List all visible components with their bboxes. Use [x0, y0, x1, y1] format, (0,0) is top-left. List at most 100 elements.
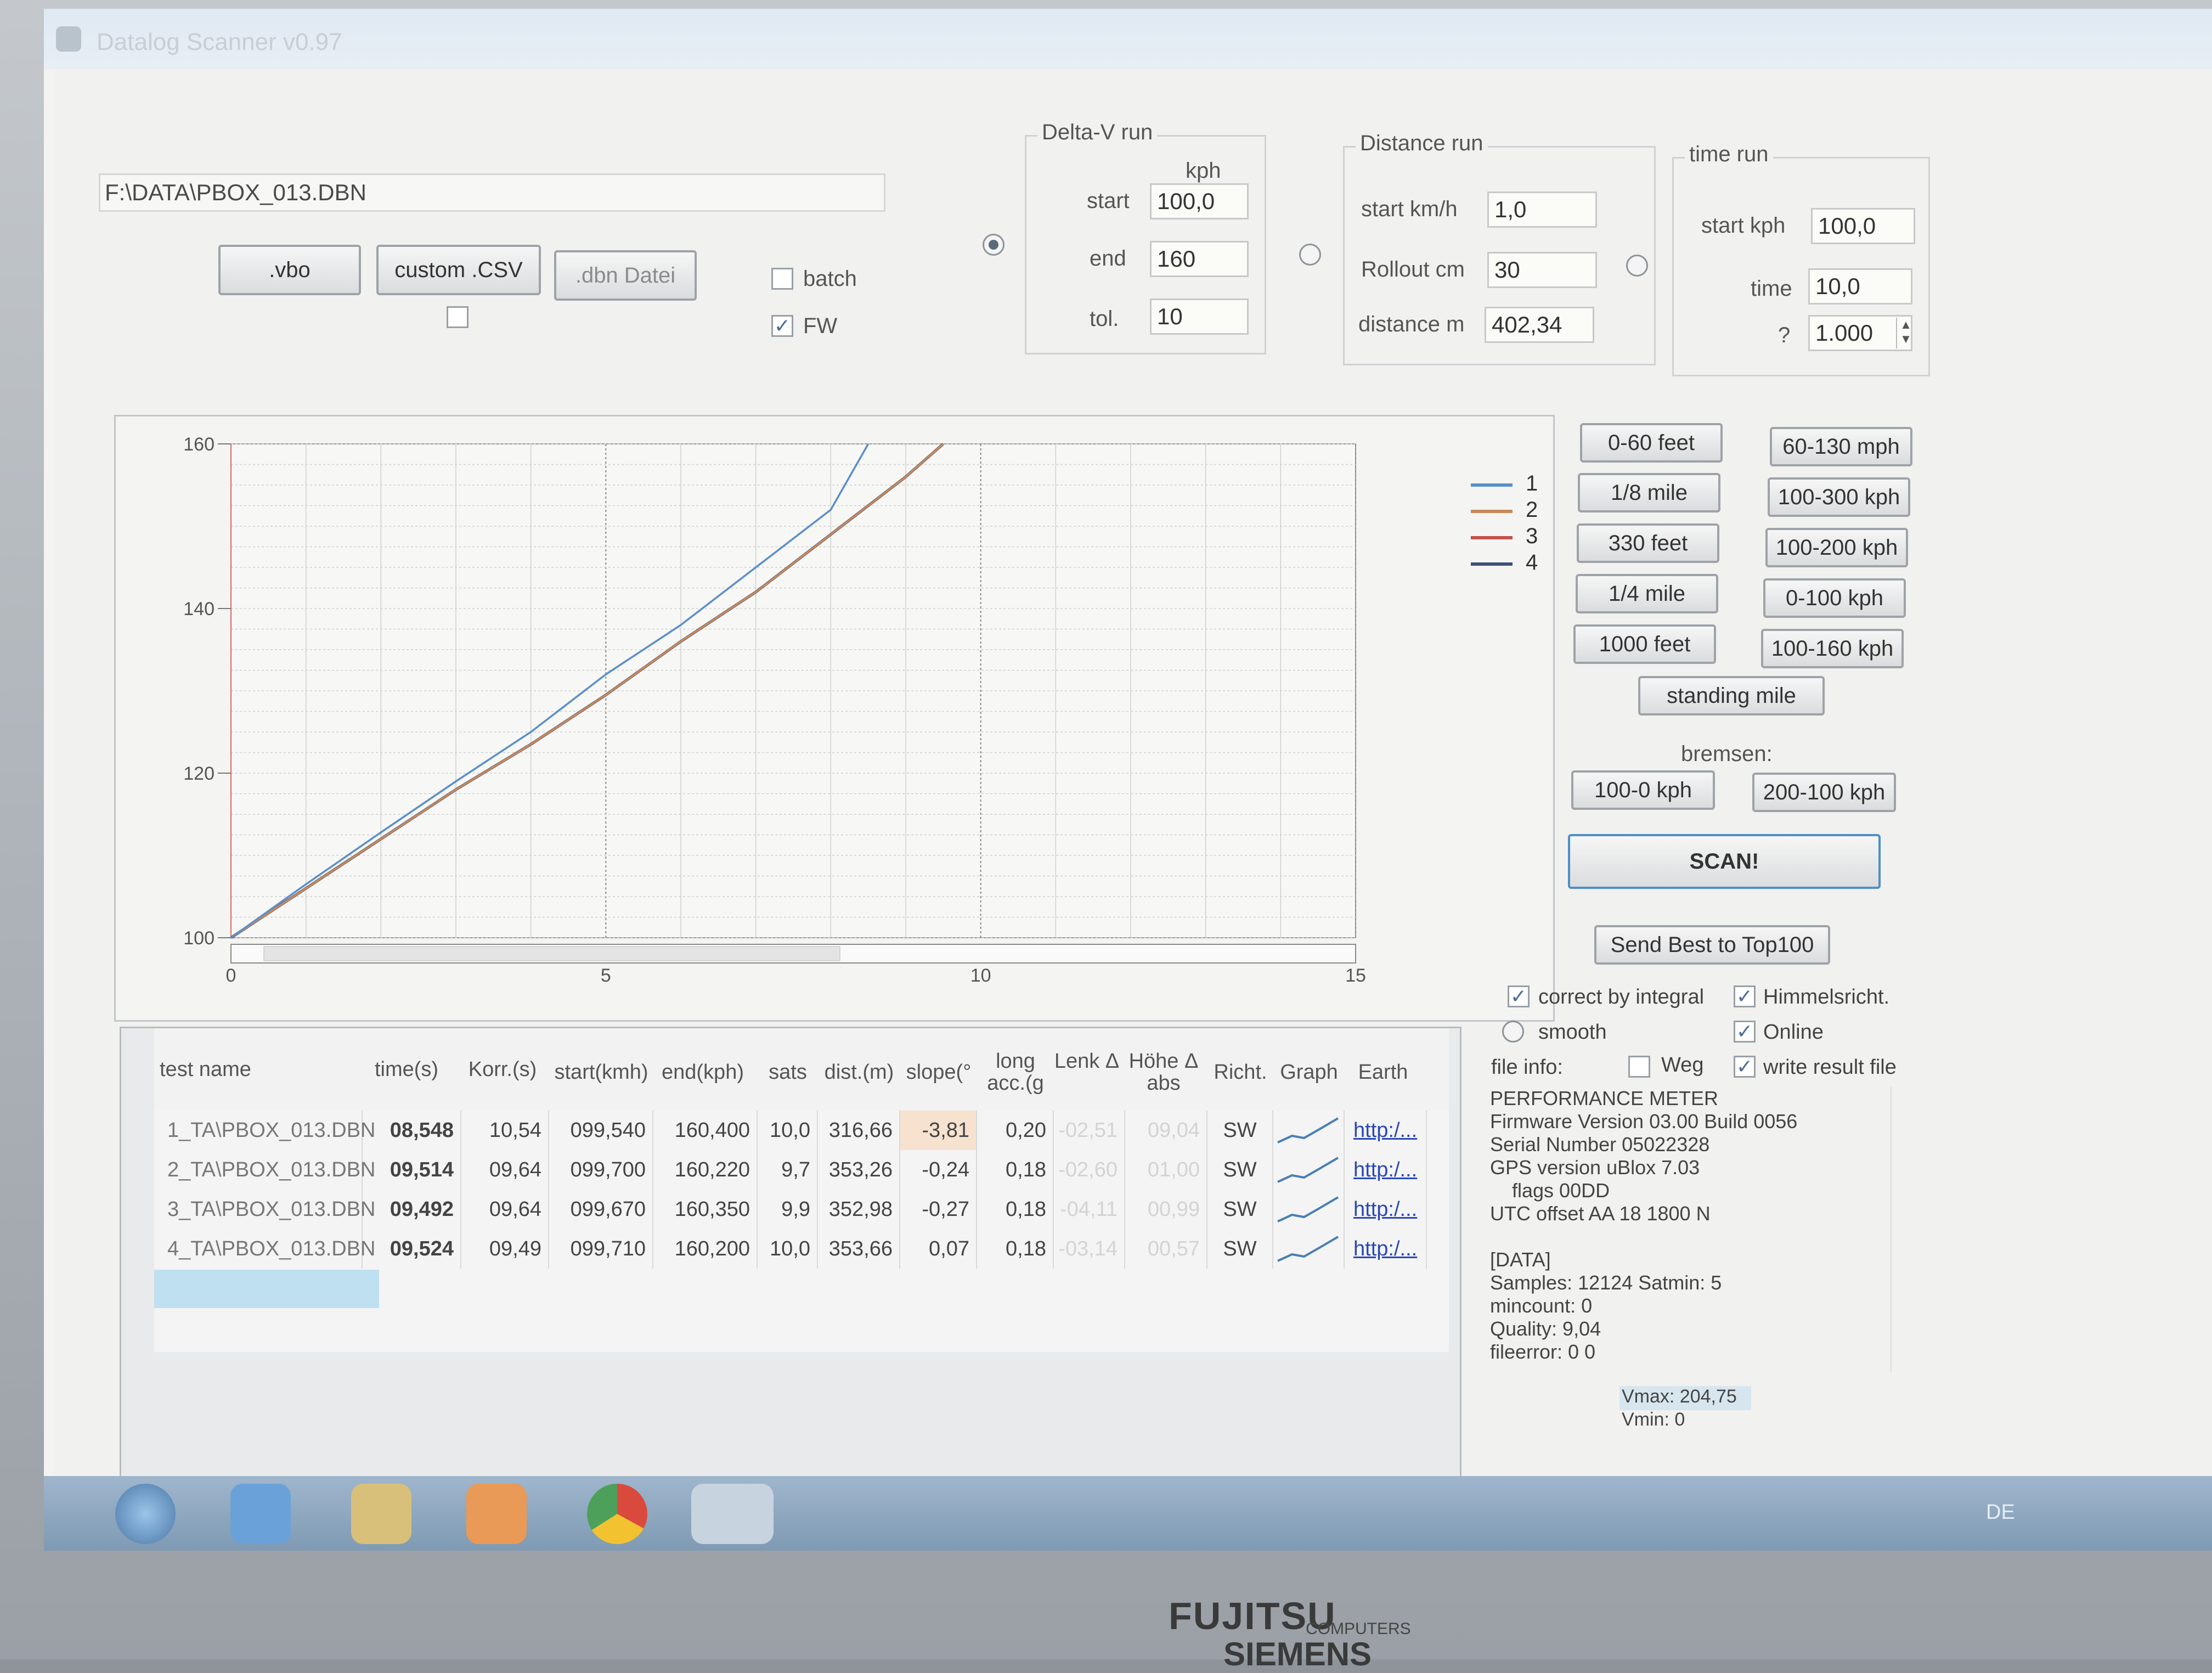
earth-link[interactable]: http:/...: [1345, 1111, 1427, 1150]
table-cell: 10,0: [758, 1229, 818, 1269]
table-row[interactable]: 1_TA\PBOX_013.DBN 08,548 10,54 099,540 160,4…: [154, 1111, 1493, 1150]
smooth-radio[interactable]: [1502, 1021, 1524, 1043]
table-row[interactable]: 2_TA\PBOX_013.DBN 09,514 09,64 099,700 160,2…: [154, 1150, 1493, 1190]
brake-100-0-kph-button[interactable]: 100-0 kph: [1571, 770, 1715, 810]
row-graph-thumbnail[interactable]: [1273, 1190, 1345, 1229]
internet-explorer-icon[interactable]: [230, 1484, 291, 1544]
window-titlebar[interactable]: Datalog Scanner v0.97: [44, 9, 2212, 69]
delta-v-start-input[interactable]: 100,0: [1150, 183, 1249, 219]
delta-v-group: Delta-V run kph start 100,0 end 160 tol.…: [1025, 120, 1266, 354]
spinner-arrows-icon[interactable]: ▲ ▼: [1896, 318, 1915, 348]
header-richt: Richt.: [1214, 1061, 1267, 1084]
table-cell: 0,07: [900, 1229, 977, 1269]
scan-button[interactable]: SCAN!: [1568, 834, 1881, 889]
table-cell: 160,350: [653, 1190, 758, 1229]
table-row[interactable]: 3_TA\PBOX_013.DBN 09,492 09,64 099,670 160,3…: [154, 1190, 1493, 1229]
start-button-icon[interactable]: [115, 1484, 176, 1544]
dbn-file-button[interactable]: .dbn Datei: [554, 250, 697, 301]
preset-60-130-mph-button[interactable]: 60-130 mph: [1770, 427, 1912, 466]
send-top100-button[interactable]: Send Best to Top100: [1594, 925, 1830, 965]
datalog-scanner-taskbar-icon[interactable]: [691, 1484, 774, 1544]
file-info-scrollbar[interactable]: [1891, 1087, 1917, 1372]
file-info-line: Quality: 9,04: [1490, 1317, 1601, 1340]
table-row[interactable]: 4_TA\PBOX_013.DBN 09,524 09,49 099,710 160,2…: [154, 1229, 1493, 1269]
delta-v-radio[interactable]: [983, 234, 1005, 256]
file-info-line: flags 00DD: [1512, 1179, 1610, 1202]
x-tick-label: 5: [601, 965, 611, 986]
delta-v-end-label: end: [1090, 246, 1126, 271]
batch-label: batch: [803, 267, 857, 291]
correct-integral-checkbox[interactable]: ✓: [1508, 985, 1530, 1007]
table-cell: -02,60: [1054, 1150, 1125, 1190]
legend-line-2: [1471, 510, 1513, 513]
language-indicator[interactable]: DE: [1986, 1501, 2015, 1524]
table-cell: 353,66: [818, 1229, 900, 1269]
time-start-label: start kph: [1701, 213, 1786, 238]
header-lenk: Lenk Δ: [1054, 1050, 1120, 1073]
batch-checkbox[interactable]: [771, 268, 793, 290]
preset-0-60-feet-button[interactable]: 0-60 feet: [1580, 423, 1723, 463]
rollout-label: Rollout cm: [1361, 257, 1465, 281]
distance-input[interactable]: 402,34: [1485, 307, 1594, 343]
write-result-label: write result file: [1763, 1056, 1897, 1079]
delta-v-start-label: start: [1087, 189, 1130, 213]
file-path-field[interactable]: F:\DATA\PBOX_013.DBN: [99, 173, 885, 212]
row-graph-thumbnail[interactable]: [1273, 1229, 1345, 1269]
himmelsricht-label: Himmelsricht.: [1763, 985, 1890, 1009]
new-row-selection[interactable]: [154, 1270, 379, 1308]
preset-1-8-mile-button[interactable]: 1/8 mile: [1578, 473, 1720, 512]
table-cell: 09,64: [461, 1150, 549, 1190]
table-cell: 09,04: [1125, 1111, 1207, 1150]
time-run-radio[interactable]: [1626, 255, 1648, 277]
preset-100-160-kph-button[interactable]: 100-160 kph: [1761, 629, 1904, 668]
chrome-icon[interactable]: [587, 1484, 647, 1544]
rollout-input[interactable]: 30: [1487, 252, 1597, 288]
distance-run-group: Distance run start km/h 1,0 Rollout cm 3…: [1343, 131, 1656, 365]
preset-1000-feet-button[interactable]: 1000 feet: [1573, 624, 1716, 664]
distance-start-input[interactable]: 1,0: [1487, 191, 1597, 228]
weg-checkbox[interactable]: [1628, 1056, 1650, 1078]
extra-checkbox[interactable]: [447, 306, 469, 328]
header-korr: Korr.(s): [468, 1058, 537, 1081]
file-info-label: file info:: [1491, 1056, 1563, 1079]
row-graph-thumbnail[interactable]: [1273, 1150, 1345, 1190]
header-sats: sats: [769, 1061, 807, 1084]
earth-link[interactable]: http:/...: [1345, 1150, 1427, 1190]
time-input[interactable]: 10,0: [1808, 268, 1912, 305]
file-explorer-icon[interactable]: [351, 1484, 411, 1544]
table-cell: 10,0: [758, 1111, 818, 1150]
write-result-checkbox[interactable]: ✓: [1734, 1056, 1756, 1078]
header-graph: Graph: [1280, 1061, 1338, 1084]
online-checkbox[interactable]: ✓: [1734, 1021, 1756, 1043]
delta-v-tol-input[interactable]: 10: [1150, 298, 1249, 335]
preset-100-300-kph-button[interactable]: 100-300 kph: [1768, 477, 1910, 517]
legend-line-1: [1471, 483, 1513, 487]
time-start-input[interactable]: 100,0: [1811, 208, 1915, 244]
row-graph-thumbnail[interactable]: [1273, 1111, 1345, 1150]
vbo-button[interactable]: .vbo: [218, 245, 361, 295]
table-cell: 0,18: [977, 1229, 1054, 1269]
media-player-icon[interactable]: [466, 1484, 527, 1544]
smooth-label: smooth: [1538, 1021, 1607, 1044]
taskbar: DE: [44, 1476, 2212, 1551]
preset-1-4-mile-button[interactable]: 1/4 mile: [1576, 574, 1718, 613]
file-info-panel[interactable]: PERFORMANCE METER Firmware Version 03.00 …: [1490, 1087, 1929, 1438]
table-cell: 099,710: [549, 1229, 653, 1269]
y-tick-label: 140: [183, 599, 215, 619]
file-info-line: Firmware Version 03.00 Build 0056: [1490, 1110, 1798, 1133]
distance-run-radio[interactable]: [1299, 244, 1321, 266]
standing-mile-button[interactable]: standing mile: [1638, 676, 1825, 716]
brake-200-100-kph-button[interactable]: 200-100 kph: [1752, 773, 1896, 812]
table-cell: 099,700: [549, 1150, 653, 1190]
earth-link[interactable]: http:/...: [1345, 1229, 1427, 1269]
delta-v-end-input[interactable]: 160: [1150, 241, 1249, 277]
fw-checkbox[interactable]: ✓: [771, 315, 793, 337]
preset-330-feet-button[interactable]: 330 feet: [1577, 523, 1719, 563]
table-cell: 9,9: [758, 1190, 818, 1229]
himmelsricht-checkbox[interactable]: ✓: [1734, 985, 1756, 1007]
preset-100-200-kph-button[interactable]: 100-200 kph: [1765, 528, 1908, 567]
custom-csv-button[interactable]: custom .CSV: [376, 245, 541, 295]
preset-0-100-kph-button[interactable]: 0-100 kph: [1763, 578, 1906, 618]
earth-link[interactable]: http:/...: [1345, 1190, 1427, 1229]
window-title: Datalog Scanner v0.97: [97, 29, 342, 55]
